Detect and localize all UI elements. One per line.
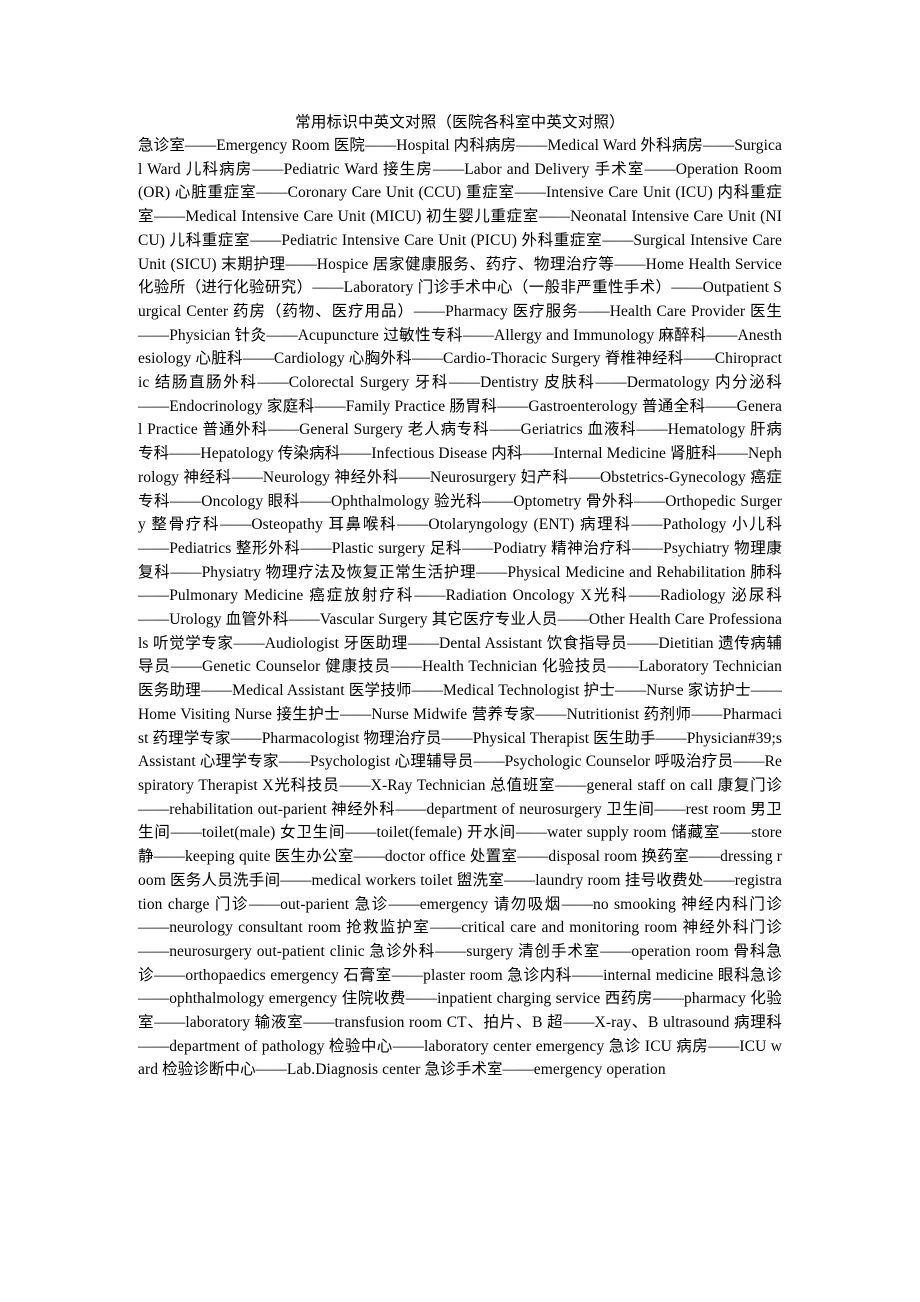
document-page: 常用标识中英文对照（医院各科室中英文对照） 急诊室——Emergency Roo… [0,0,920,1302]
page-title: 常用标识中英文对照（医院各科室中英文对照） [295,114,625,131]
document-body-text: 急诊室——Emergency Room 医院——Hospital 内科病房——M… [138,137,783,1079]
